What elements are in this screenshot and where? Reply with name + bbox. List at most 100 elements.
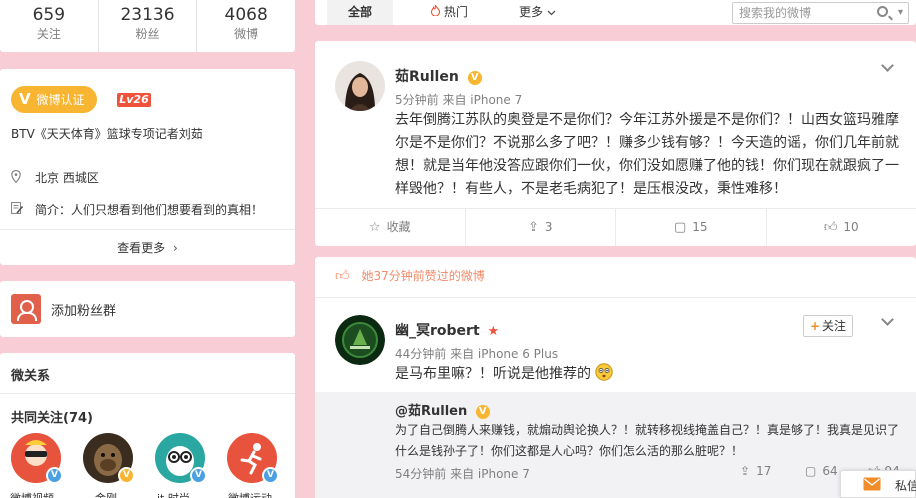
follow-button[interactable]: + 关注 bbox=[803, 315, 853, 337]
friend-avatar[interactable]: V bbox=[11, 433, 63, 484]
repost-text: 为了自己倒腾人来赚钱，就煽动舆论换人？！就转移视线掩盖自己？！真是够了！我真是见… bbox=[395, 423, 900, 458]
divider bbox=[315, 297, 916, 298]
comment-icon: ▢ bbox=[805, 464, 817, 478]
see-more-label: 查看更多 bbox=[117, 241, 166, 255]
stat-followers[interactable]: 23136 粉丝 bbox=[99, 0, 198, 52]
repost-meta: 54分钟前 来自 iPhone 7 bbox=[395, 467, 530, 481]
divider bbox=[0, 393, 295, 394]
author-avatar[interactable] bbox=[335, 315, 385, 365]
author-name: 幽_冥robert bbox=[395, 323, 480, 339]
repost-comment-count: 64 bbox=[822, 464, 838, 478]
repost-author-name: @茹Rullen bbox=[395, 404, 468, 419]
avatar-image bbox=[335, 61, 385, 111]
liked-post-card: 👍︎ 她37分钟前赞过的微博 幽_冥robert ★ + 关注 44分钟前 来自 … bbox=[315, 257, 916, 498]
relations-title: 微关系 bbox=[11, 369, 51, 384]
liked-hint: 👍︎ 她37分钟前赞过的微博 bbox=[335, 267, 485, 284]
profile-stats: 659 关注 23136 粉丝 4068 微博 bbox=[0, 0, 295, 52]
chevron-down-icon[interactable] bbox=[881, 315, 893, 327]
search-icon[interactable] bbox=[877, 6, 888, 17]
chevron-down-icon bbox=[547, 5, 556, 19]
comment-button[interactable]: ▢ 15 bbox=[616, 209, 767, 246]
favorite-button[interactable]: ☆ 收藏 bbox=[315, 209, 466, 246]
stat-following[interactable]: 659 关注 bbox=[0, 0, 99, 52]
common-follow-title[interactable]: 共同关注(74) bbox=[11, 407, 93, 426]
post-author[interactable]: 茹Rullen V bbox=[395, 66, 482, 86]
verified-badge-icon: V bbox=[262, 467, 279, 484]
post-actions: ☆ 收藏 ⇪ 3 ▢ 15 👍︎ 10 bbox=[315, 208, 916, 246]
post-text: 去年倒腾江苏队的奥登是不是你们？今年江苏外援是不是你们？！山西女篮玛雅摩尔是不是… bbox=[395, 112, 899, 197]
repost-repost-count: 17 bbox=[756, 464, 772, 478]
author-name: 茹Rullen bbox=[395, 69, 459, 85]
plus-icon: + bbox=[809, 319, 821, 333]
post-meta: 44分钟前 来自 iPhone 6 Plus bbox=[395, 347, 559, 361]
feed-post: 茹Rullen V 5分钟前 来自 iPhone 7 去年倒腾江苏队的奥登是不是… bbox=[315, 41, 916, 246]
repost-author[interactable]: @茹Rullen V bbox=[395, 400, 490, 419]
star-badge-icon: ★ bbox=[487, 324, 500, 339]
post-text: 是马布里嘛？！听说是他推荐的 bbox=[395, 363, 614, 386]
stat-number: 659 bbox=[32, 5, 66, 25]
repost-repost-button[interactable]: ⇪ 17 bbox=[740, 464, 771, 478]
like-button[interactable]: 👍︎ 10 bbox=[767, 209, 916, 246]
favorite-label: 收藏 bbox=[386, 220, 411, 234]
repost-button[interactable]: ⇪ 3 bbox=[466, 209, 616, 246]
tab-hot[interactable]: 热门 bbox=[430, 0, 468, 25]
verified-badge-icon: V bbox=[46, 467, 63, 484]
location-pin-icon bbox=[11, 169, 25, 186]
verify-badge[interactable]: V 微博认证 bbox=[11, 86, 97, 113]
verified-badge-icon: V bbox=[190, 467, 207, 484]
feed-tabs: 全部 热门 更多 ▾ bbox=[315, 0, 916, 25]
tab-more[interactable]: 更多 bbox=[519, 0, 556, 25]
profile-bio: BTV《天天体育》篮球专项记者刘茹 bbox=[11, 127, 203, 141]
stat-label: 粉丝 bbox=[135, 27, 160, 41]
repost-block: @茹Rullen V 为了自己倒腾人来赚钱，就煽动舆论换人？！就转移视线掩盖自己… bbox=[315, 392, 916, 498]
location-text: 北京 西城区 bbox=[35, 171, 99, 185]
post-text-content: 是马布里嘛？！听说是他推荐的 bbox=[395, 366, 591, 382]
post-meta: 5分钟前 来自 iPhone 7 bbox=[395, 93, 523, 107]
verified-badge-icon: V bbox=[118, 467, 135, 484]
search-dropdown-icon[interactable]: ▾ bbox=[898, 3, 903, 23]
see-more-link[interactable]: 查看更多 › bbox=[0, 239, 295, 256]
chevron-down-icon[interactable] bbox=[881, 61, 893, 73]
chevron-right-icon: › bbox=[173, 241, 178, 255]
level-badge[interactable]: Lv26 bbox=[117, 93, 151, 107]
thumbs-up-icon: 👍︎ bbox=[823, 220, 838, 235]
tab-all[interactable]: 全部 bbox=[327, 0, 393, 25]
stat-posts[interactable]: 4068 微博 bbox=[197, 0, 295, 52]
friend-avatar[interactable]: V bbox=[83, 433, 135, 484]
comment-count: 15 bbox=[692, 220, 708, 234]
tab-hot-label: 热门 bbox=[443, 5, 468, 19]
stat-number: 4068 bbox=[224, 5, 268, 25]
repost-comment-button[interactable]: ▢ 64 bbox=[805, 464, 838, 478]
fan-group-label: 添加粉丝群 bbox=[51, 303, 117, 319]
friend-avatar[interactable]: V bbox=[155, 433, 207, 484]
private-message-button[interactable]: 私信 bbox=[840, 470, 916, 498]
relations-card: 微关系 共同关注(74) V V V V bbox=[0, 353, 295, 498]
liked-hint-text: 她37分钟前赞过的微博 bbox=[361, 269, 485, 283]
post-author[interactable]: 幽_冥robert ★ bbox=[395, 320, 499, 340]
flame-icon bbox=[430, 3, 444, 19]
repost-count: 3 bbox=[544, 220, 553, 234]
edit-note-icon bbox=[10, 201, 25, 217]
add-fan-group-button[interactable]: 添加粉丝群 bbox=[0, 281, 295, 337]
friend-name[interactable]: 金刚 bbox=[95, 490, 117, 498]
friend-name[interactable]: 微博运动 bbox=[228, 490, 272, 498]
intro-text: 简介：人们只想看到他们想要看到的真相！ bbox=[35, 203, 264, 217]
fan-group-icon bbox=[11, 294, 41, 324]
verify-v-icon: V bbox=[19, 90, 31, 108]
location-row: 北京 西城区 bbox=[11, 169, 99, 186]
friend-name[interactable]: it 时尚 bbox=[157, 490, 190, 498]
verified-v-icon: V bbox=[467, 71, 482, 85]
private-message-label: 私信 bbox=[895, 479, 916, 493]
author-avatar[interactable] bbox=[335, 61, 385, 111]
profile-card: V 微博认证 Lv26 BTV《天天体育》篮球专项记者刘茹 北京 西城区 简介：… bbox=[0, 69, 295, 265]
search-box: ▾ bbox=[732, 2, 909, 24]
thumbs-up-icon: 👍︎ bbox=[335, 268, 350, 284]
stat-label: 关注 bbox=[36, 27, 61, 41]
friend-name[interactable]: 微博视频 bbox=[10, 490, 54, 498]
avatar-image bbox=[335, 315, 385, 365]
repost-icon: ⇪ bbox=[740, 464, 751, 478]
search-input[interactable] bbox=[739, 5, 879, 21]
verified-v-icon: V bbox=[475, 405, 490, 419]
star-icon: ☆ bbox=[368, 220, 381, 235]
friend-avatar[interactable]: V bbox=[227, 433, 279, 484]
